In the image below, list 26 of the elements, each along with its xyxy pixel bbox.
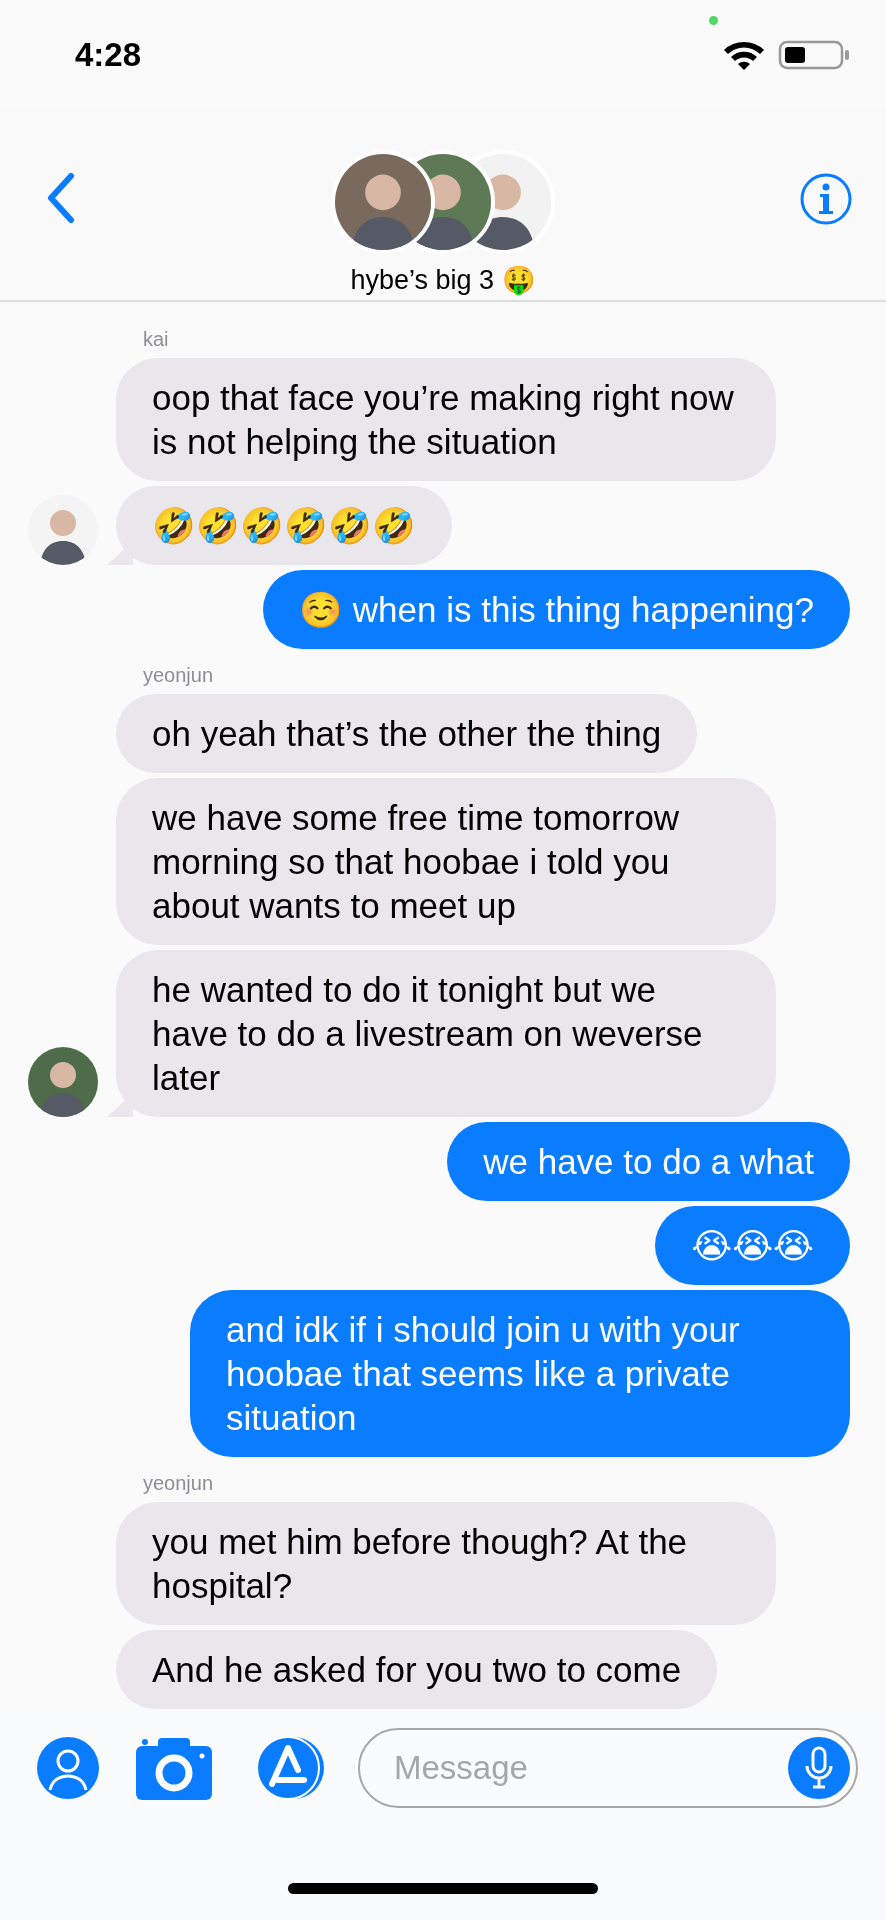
message-field[interactable]: Message [358, 1728, 858, 1808]
received-message: you met him before though? At the hospital? [116, 1502, 776, 1625]
received-message: oop that face you’re making right now is not helping the situation [116, 358, 776, 481]
camera-indicator-icon [709, 16, 718, 25]
contact-button[interactable] [36, 1736, 100, 1800]
status-time: 4:28 [75, 36, 142, 74]
received-message: we have some free time tomorrow morning so that hoobae i told you about wants to meet up [116, 778, 776, 945]
microphone-button[interactable] [788, 1737, 850, 1799]
conversation-title[interactable]: hybe’s big 3 🤑 [350, 264, 536, 296]
received-message: oh yeah that’s the other the thing [116, 694, 698, 773]
sender-name: kai [143, 328, 170, 351]
microphone-icon [804, 1746, 834, 1790]
info-button[interactable] [799, 172, 853, 226]
sent-message: we have to do a what [447, 1122, 850, 1201]
wifi-icon [722, 39, 766, 71]
sent-message: and idk if i should join u with your hoobae that seems like a private situation [190, 1290, 850, 1457]
received-message: he wanted to do it tonight but we have to do a livestream on weverse later [116, 950, 776, 1117]
sender-name: yeonjun [143, 1472, 215, 1495]
avatar-icon [331, 150, 435, 254]
sent-message: ☺ when is this thing happening? [263, 570, 850, 649]
received-message: 🤣🤣🤣🤣🤣🤣 [116, 486, 452, 565]
camera-button[interactable] [136, 1736, 212, 1800]
sender-name: yeonjun [143, 664, 215, 687]
received-message: And he asked for you two to come [116, 1630, 718, 1709]
sent-message: 😭😭😭 [655, 1206, 850, 1285]
battery-icon [778, 39, 850, 71]
